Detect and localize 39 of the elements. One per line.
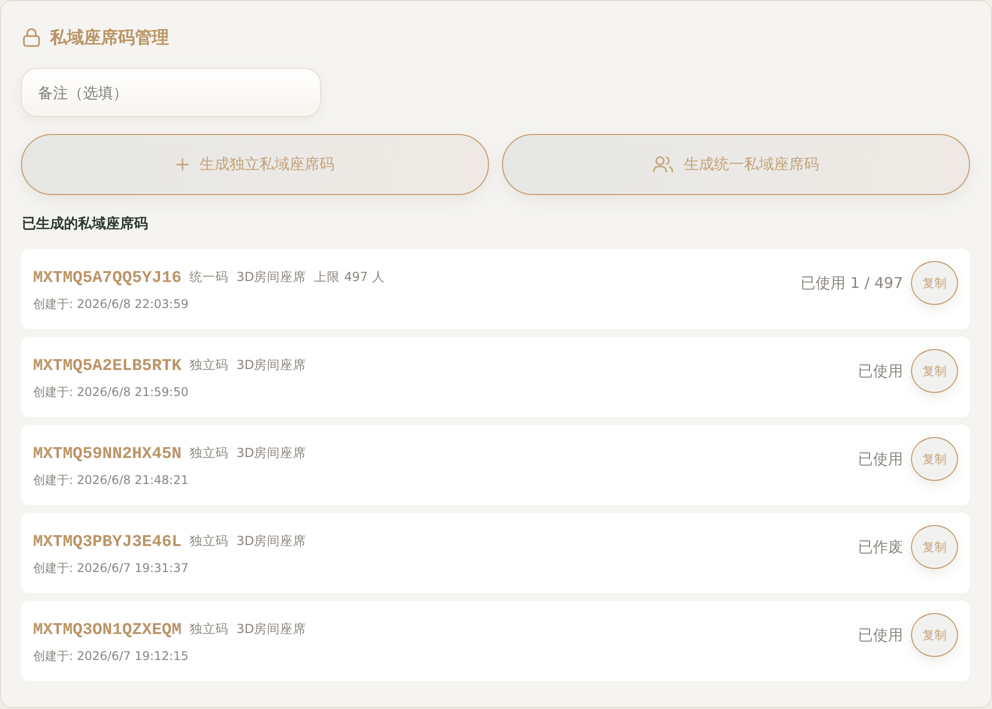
copy-button[interactable]: 复制 <box>911 349 958 393</box>
code-tag: 3D房间座席 <box>236 356 306 374</box>
created-time: 创建于: 2026/6/7 19:31:37 <box>33 560 190 576</box>
copy-button[interactable]: 复制 <box>911 613 958 657</box>
note-input-field[interactable]: 备注（选填） <box>21 68 321 117</box>
seat-code: MXTMQ5A2ELB5RTK <box>33 356 182 374</box>
created-time: 创建于: 2026/6/8 22:03:59 <box>33 296 190 312</box>
lock-icon <box>23 28 40 46</box>
usage-status: 已使用 1 / 497 <box>800 274 903 292</box>
usage-status: 已使用 <box>858 362 903 380</box>
generate-button[interactable]: 生成统一私域座席码 <box>502 134 970 195</box>
code-tag: 独立码 <box>190 356 229 374</box>
copy-button[interactable]: 复制 <box>911 437 958 481</box>
code-tag: 独立码 <box>190 444 229 462</box>
created-time: 创建于: 2026/6/8 21:48:21 <box>33 472 190 488</box>
code-tag: 上限 497 人 <box>314 268 385 286</box>
seat-code: MXTMQ3ON1QZXEQM <box>33 620 182 638</box>
copy-button[interactable]: 复制 <box>911 261 958 305</box>
usage-status: 已作废 <box>858 538 903 556</box>
copy-button[interactable]: 复制 <box>911 525 958 569</box>
code-tag: 统一码 <box>190 268 229 286</box>
created-time: 创建于: 2026/6/7 19:12:15 <box>33 648 190 664</box>
generate-button[interactable]: 生成独立私域座席码 <box>21 134 489 195</box>
usage-status: 已使用 <box>858 450 903 468</box>
seat-code: MXTMQ5A7QQ5YJ16 <box>33 268 182 286</box>
code-tag: 独立码 <box>190 532 229 550</box>
plus-icon <box>176 158 188 171</box>
list-heading: 已生成的私域座席码 <box>21 216 149 234</box>
users-icon <box>653 156 673 173</box>
seat-code: MXTMQ59NN2HX45N <box>33 444 182 462</box>
code-tag: 3D房间座席 <box>236 532 306 550</box>
code-tag: 3D房间座席 <box>236 620 306 638</box>
panel-title: 私域座席码管理 <box>50 26 169 48</box>
code-tag: 3D房间座席 <box>236 268 306 286</box>
code-tag: 3D房间座席 <box>236 444 306 462</box>
seat-code: MXTMQ3PBYJ3E46L <box>33 532 182 550</box>
usage-status: 已使用 <box>858 626 903 644</box>
created-time: 创建于: 2026/6/8 21:59:50 <box>33 384 190 400</box>
code-tag: 独立码 <box>190 620 229 638</box>
